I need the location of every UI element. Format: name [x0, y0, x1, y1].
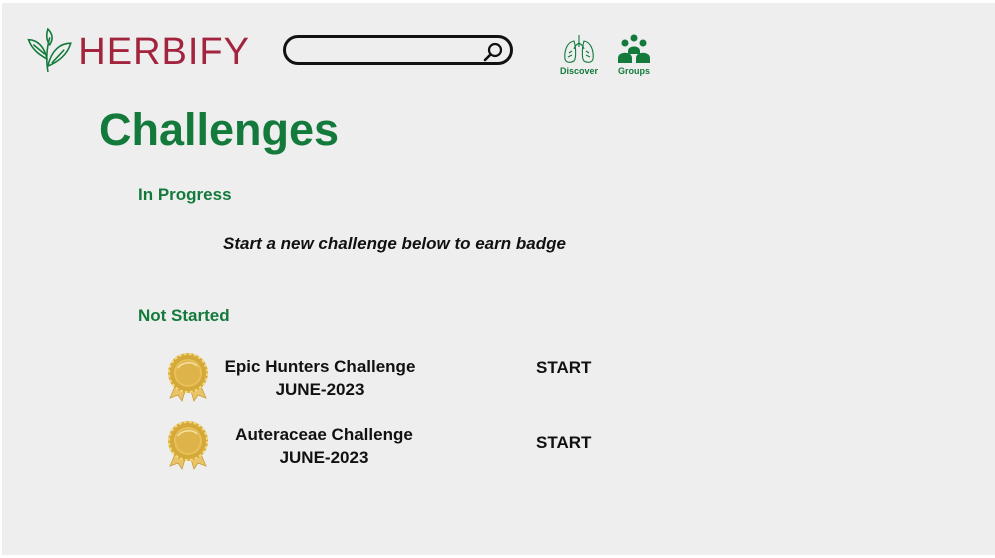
challenge-info: Epic Hunters Challenge JUNE-2023 — [224, 355, 416, 401]
challenge-name: Auteraceae Challenge — [235, 425, 413, 444]
leaf-logo-icon — [27, 27, 72, 73]
start-button[interactable]: START — [536, 358, 591, 378]
search-bar[interactable] — [283, 35, 513, 65]
nav-groups-label: Groups — [617, 66, 650, 76]
search-icon[interactable] — [482, 41, 504, 63]
empty-state-hint: Start a new challenge below to earn badg… — [223, 234, 566, 253]
nav-groups[interactable]: Groups — [616, 33, 652, 76]
nav-discover-label: Discover — [560, 66, 599, 76]
challenge-item: Auteraceae Challenge JUNE-2023 START — [166, 418, 616, 470]
brand-name: HERBIFY — [78, 30, 250, 73]
lungs-icon — [564, 35, 594, 63]
medal-icon — [168, 353, 208, 402]
not-started-heading: Not Started — [138, 306, 230, 325]
app-frame — [2, 3, 995, 555]
page-title: Challenges — [99, 104, 340, 155]
challenge-name: Epic Hunters Challenge — [224, 357, 416, 376]
nav-discover[interactable]: Discover — [560, 33, 598, 76]
medal-icon — [168, 421, 208, 470]
in-progress-heading: In Progress — [138, 185, 232, 204]
challenge-item: Epic Hunters Challenge JUNE-2023 START — [166, 350, 616, 402]
group-icon — [618, 34, 650, 63]
challenge-date: JUNE-2023 — [275, 380, 365, 399]
herbify-logo[interactable]: HERBIFY — [25, 24, 250, 80]
challenge-date: JUNE-2023 — [279, 448, 369, 467]
start-button[interactable]: START — [536, 433, 591, 453]
challenge-info: Auteraceae Challenge JUNE-2023 — [228, 423, 420, 469]
search-input[interactable] — [298, 41, 492, 63]
